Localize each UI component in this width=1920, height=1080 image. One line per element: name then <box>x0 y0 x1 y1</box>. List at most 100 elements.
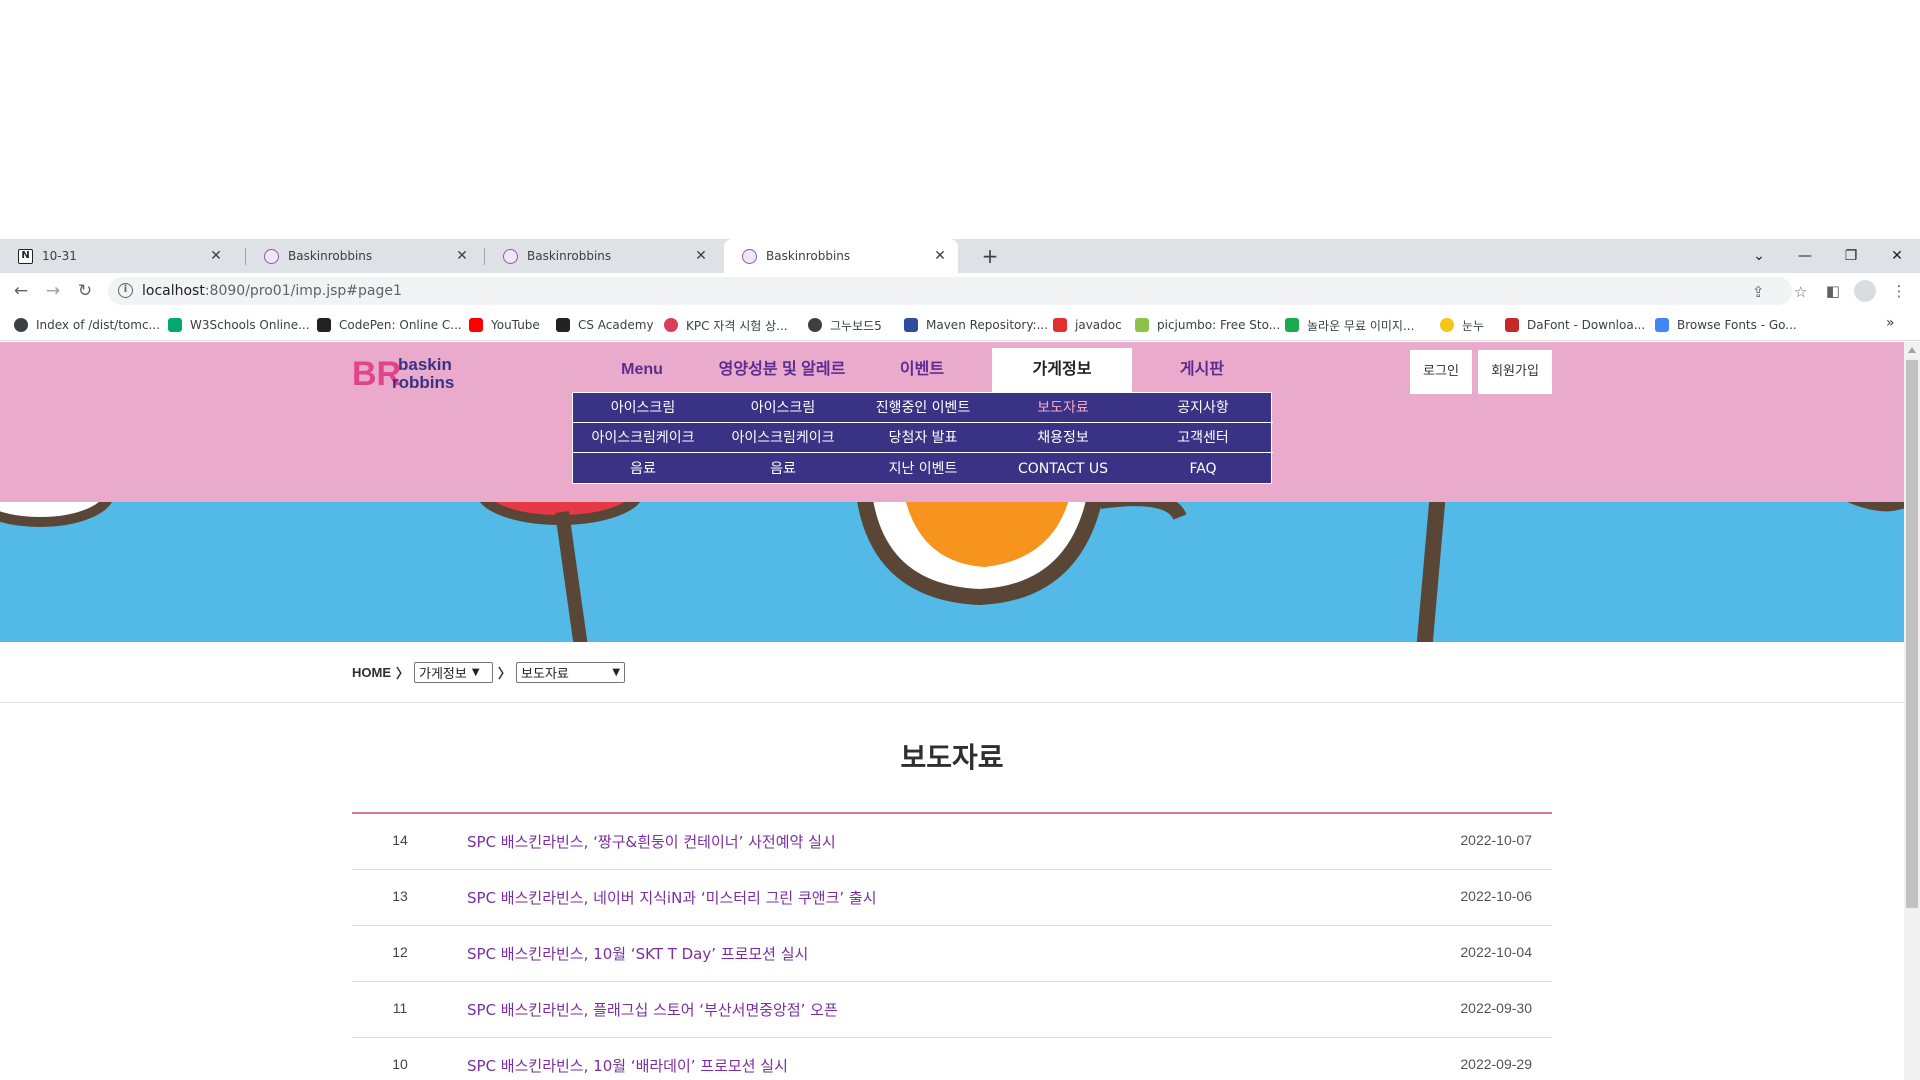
browser-tab[interactable]: N 10-31 ✕ <box>0 239 234 273</box>
globe-icon <box>14 318 28 332</box>
category-select[interactable]: 가게정보 ▼ <box>414 661 494 683</box>
tab-title: Baskinrobbins <box>288 249 373 263</box>
bookmark-item[interactable]: javadoc <box>1053 316 1122 334</box>
table-row: 14 SPC 배스킨라빈스, ‘짱구&흰둥이 컨테이너’ 사전예약 실시 202… <box>352 814 1552 870</box>
bookmark-item[interactable]: 놀라운 무료 이미지... <box>1285 316 1414 334</box>
browser-tab[interactable]: Baskinrobbins ✕ <box>485 239 719 273</box>
post-title-link[interactable]: SPC 배스킨라빈스, 플래그십 스토어 ‘부산서면중앙점’ 오픈 <box>467 999 838 1020</box>
dropdown-row: 아이스크림 아이스크림 진행중인 이벤트 보도자료 공지사항 <box>573 393 1273 423</box>
table-row: 11 SPC 배스킨라빈스, 플래그십 스토어 ‘부산서면중앙점’ 오픈 202… <box>352 982 1552 1038</box>
gnb-menu[interactable]: Menu <box>572 348 712 392</box>
bookmark-item[interactable]: YouTube <box>469 316 540 334</box>
post-title-link[interactable]: SPC 배스킨라빈스, 네이버 지식iN과 ‘미스터리 그린 쿠앤크’ 출시 <box>467 887 877 908</box>
dropdown-item[interactable]: 채용정보 <box>993 423 1133 453</box>
post-date: 2022-09-30 <box>1460 1000 1532 1016</box>
scrollbar-thumb[interactable] <box>1906 360 1918 908</box>
bookmark-item[interactable]: Maven Repository:... <box>904 316 1048 334</box>
profile-avatar-icon[interactable] <box>1854 280 1876 302</box>
dropdown-item[interactable]: 지난 이벤트 <box>853 454 993 484</box>
dropdown-item[interactable]: 아이스크림 <box>573 393 713 423</box>
post-number: 14 <box>392 832 408 848</box>
close-icon[interactable]: ✕ <box>693 248 709 264</box>
dropdown-item[interactable]: 음료 <box>713 454 853 484</box>
chevron-right-icon: 〉 <box>498 666 512 682</box>
dropdown-item-press[interactable]: 보도자료 <box>993 393 1133 423</box>
menu-kebab-icon[interactable]: ⋮ <box>1886 278 1912 304</box>
gnb-event[interactable]: 이벤트 <box>852 348 992 392</box>
more-bookmarks-icon[interactable]: » <box>1886 315 1895 331</box>
scroll-up-icon[interactable] <box>1908 347 1916 353</box>
bookmark-item[interactable]: 눈누 <box>1440 316 1484 334</box>
chevron-down-icon: ▼ <box>471 666 480 678</box>
baskin-robbins-logo[interactable]: BR baskin robbins <box>352 352 472 393</box>
close-icon[interactable]: ✕ <box>454 248 470 264</box>
globe-icon <box>808 318 822 332</box>
page-scrollbar[interactable] <box>1904 342 1920 1080</box>
star-icon[interactable]: ☆ <box>1794 283 1807 301</box>
bookmark-item[interactable]: picjumbo: Free Sto... <box>1135 316 1280 334</box>
post-date: 2022-10-04 <box>1460 944 1532 960</box>
minimize-icon[interactable]: — <box>1782 239 1828 273</box>
gnb-store-info[interactable]: 가게정보 <box>992 348 1132 392</box>
address-bar[interactable]: i localhost:8090/pro01/imp.jsp#page1 ⇪ ☆ <box>108 277 1807 305</box>
subcategory-select-value: 보도자료 <box>521 666 569 682</box>
post-title-link[interactable]: SPC 배스킨라빈스, 10월 ‘배라데이’ 프로모션 실시 <box>467 1055 788 1076</box>
forward-icon[interactable]: → <box>40 278 66 304</box>
post-title-link[interactable]: SPC 배스킨라빈스, 10월 ‘SKT T Day’ 프로모션 실시 <box>467 943 808 964</box>
restore-icon[interactable]: ❐ <box>1828 239 1874 273</box>
browser-tab-active[interactable]: Baskinrobbins ✕ <box>724 239 958 273</box>
dropdown-item[interactable]: 아이스크림케이크 <box>573 423 713 453</box>
dropdown-item[interactable]: 아이스크림케이크 <box>713 423 853 453</box>
login-button[interactable]: 로그인 <box>1410 350 1472 394</box>
dropdown-item[interactable]: CONTACT US <box>993 454 1133 484</box>
dropdown-item[interactable]: 아이스크림 <box>713 393 853 423</box>
gnb-nutrition[interactable]: 영양성분 및 알레르기 <box>712 348 852 422</box>
dropdown-item[interactable]: 고객센터 <box>1133 423 1273 453</box>
table-row: 12 SPC 배스킨라빈스, 10월 ‘SKT T Day’ 프로모션 실시 2… <box>352 926 1552 982</box>
post-number: 13 <box>392 888 408 904</box>
maven-icon <box>904 318 918 332</box>
page-title: 보도자료 <box>900 741 1004 774</box>
browser-tab[interactable]: Baskinrobbins ✕ <box>246 239 480 273</box>
dropdown-item[interactable]: FAQ <box>1133 454 1273 484</box>
bookmark-item[interactable]: Browse Fonts - Go... <box>1655 316 1797 334</box>
dropdown-item[interactable]: 음료 <box>573 454 713 484</box>
svg-text:baskin: baskin <box>398 355 452 374</box>
bookmark-item[interactable]: DaFont - Downloa... <box>1505 316 1645 334</box>
bookmark-item[interactable]: KPC 자격 시험 상... <box>664 316 788 334</box>
window-close-icon[interactable]: ✕ <box>1874 239 1920 273</box>
bookmark-item[interactable]: CodePen: Online C... <box>317 316 462 334</box>
bookmark-item[interactable]: CS Academy <box>556 316 654 334</box>
close-icon[interactable]: ✕ <box>208 248 224 264</box>
side-panel-icon[interactable]: ◧ <box>1820 278 1846 304</box>
notion-icon: N <box>18 248 33 264</box>
tab-search-icon[interactable]: ⌄ <box>1736 239 1782 273</box>
gnb-board[interactable]: 게시판 <box>1132 348 1272 392</box>
subcategory-select[interactable]: 보도자료 ▼ <box>516 661 626 683</box>
blank-area <box>0 0 1920 239</box>
bookmark-item[interactable]: 그누보드5 <box>808 316 882 334</box>
svg-text:robbins: robbins <box>392 373 454 392</box>
dropdown-item[interactable]: 공지사항 <box>1133 393 1273 423</box>
dropdown-item[interactable]: 진행중인 이벤트 <box>853 393 993 423</box>
chevron-down-icon: ▼ <box>612 666 621 678</box>
back-icon[interactable]: ← <box>8 278 34 304</box>
post-number: 10 <box>392 1056 408 1072</box>
site-info-icon[interactable]: i <box>118 283 133 298</box>
breadcrumb-home[interactable]: HOME <box>352 665 391 680</box>
reload-icon[interactable]: ↻ <box>72 278 98 304</box>
youtube-icon <box>469 318 483 332</box>
dropdown-item[interactable]: 당첨자 발표 <box>853 423 993 453</box>
browser-toolbar: ← → ↻ i localhost:8090/pro01/imp.jsp#pag… <box>0 273 1920 309</box>
share-icon[interactable]: ⇪ <box>1752 283 1765 301</box>
url-text[interactable]: localhost:8090/pro01/imp.jsp#page1 <box>142 283 402 299</box>
bookmark-item[interactable]: Index of /dist/tomc... <box>14 316 160 334</box>
category-select-value: 가게정보 <box>419 666 467 682</box>
post-title-link[interactable]: SPC 배스킨라빈스, ‘짱구&흰둥이 컨테이너’ 사전예약 실시 <box>467 831 836 852</box>
dropdown-row: 아이스크림케이크 아이스크림케이크 당첨자 발표 채용정보 고객센터 <box>573 423 1273 453</box>
new-tab-icon[interactable]: + <box>976 239 1004 273</box>
bookmark-item[interactable]: W3Schools Online... <box>168 316 310 334</box>
post-date: 2022-09-29 <box>1460 1056 1532 1072</box>
signup-button[interactable]: 회원가입 <box>1478 350 1552 394</box>
close-icon[interactable]: ✕ <box>932 248 948 264</box>
